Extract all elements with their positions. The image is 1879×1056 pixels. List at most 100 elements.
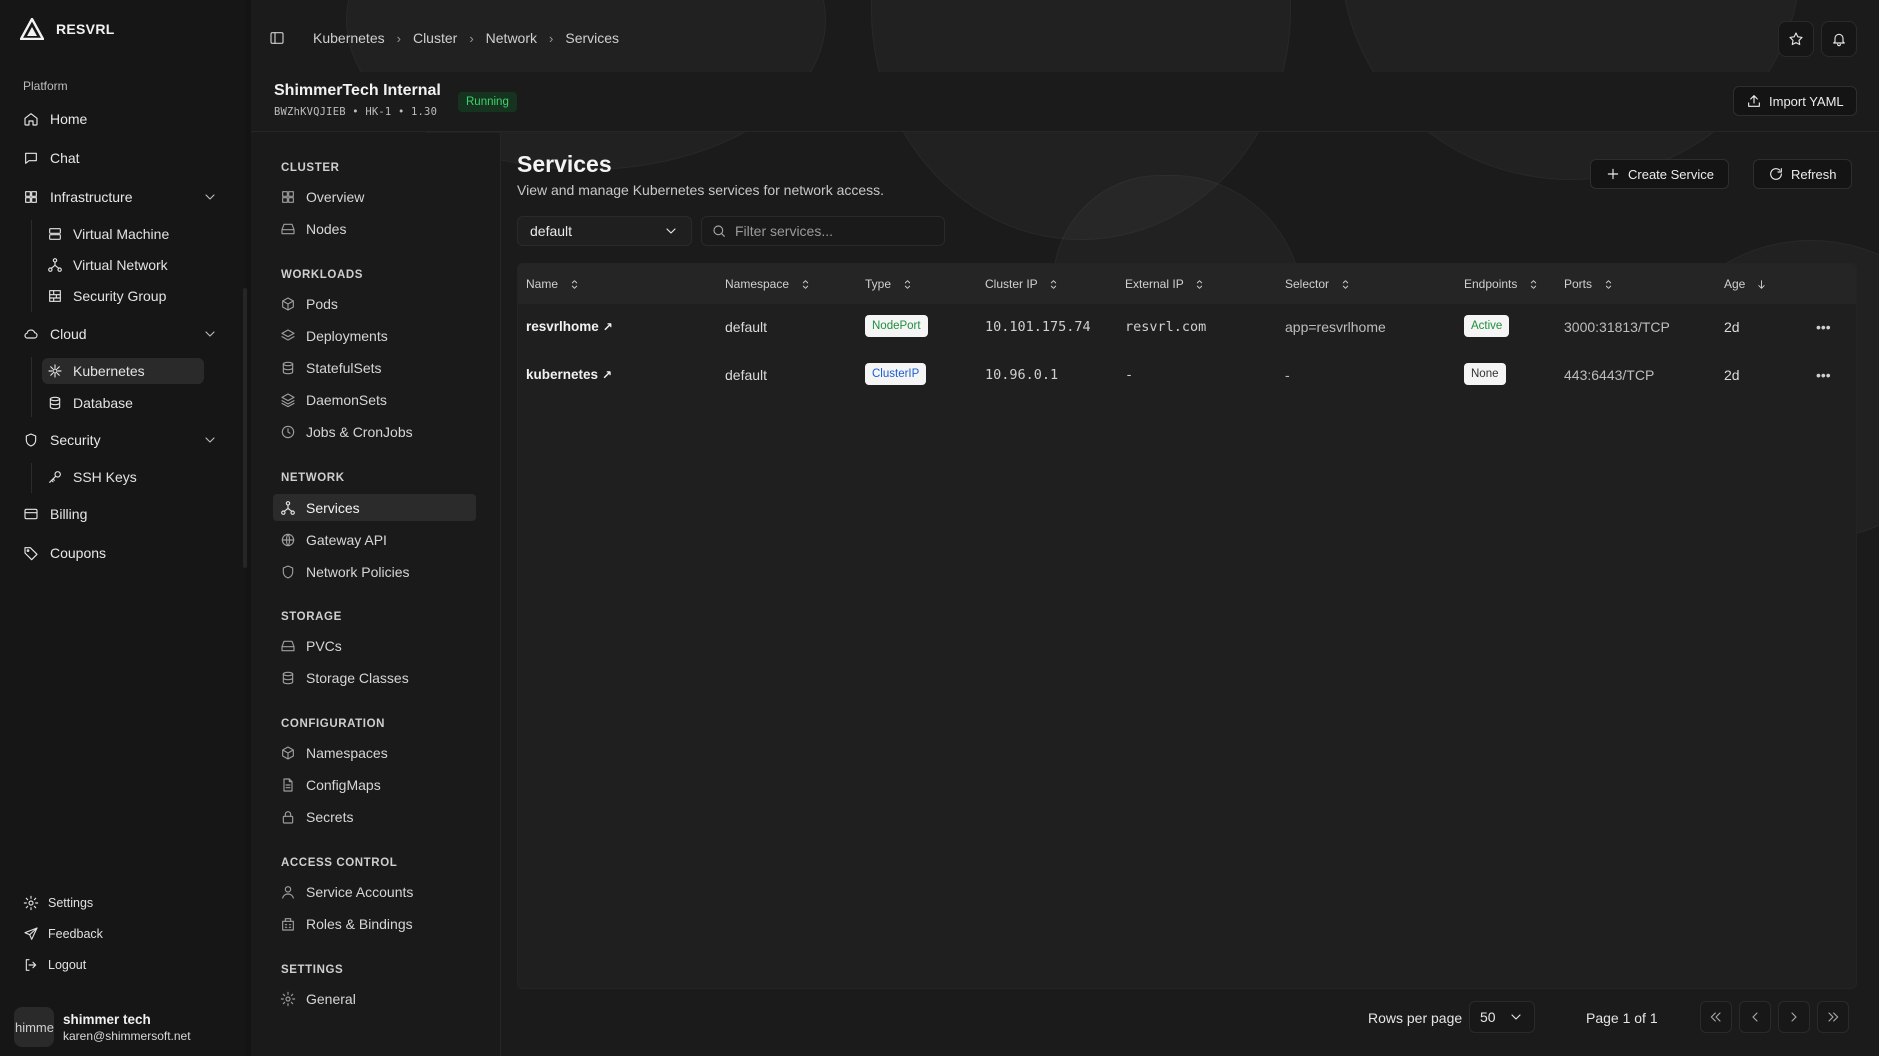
gear-icon <box>23 895 39 911</box>
row-actions-more-icon[interactable]: ••• <box>1816 367 1831 383</box>
sidebar-item-ssh-keys[interactable]: SSH Keys <box>42 464 204 490</box>
column-header-selector[interactable]: Selector <box>1285 276 1353 292</box>
settings-link[interactable]: Settings <box>23 892 93 914</box>
next-page-button[interactable] <box>1778 1001 1810 1033</box>
favorite-button[interactable] <box>1778 21 1814 57</box>
nav-item-statefulsets[interactable]: StatefulSets <box>273 354 476 381</box>
nav-item-jobs-cronjobs[interactable]: Jobs & CronJobs <box>273 418 476 445</box>
chevrons-left-icon <box>1708 1009 1724 1025</box>
sidebar-toggle-icon[interactable] <box>269 30 285 46</box>
last-page-button[interactable] <box>1817 1001 1849 1033</box>
service-name-link[interactable]: kubernetes ↗ <box>526 367 612 382</box>
service-selector: - <box>1285 367 1290 383</box>
nav-item-overview[interactable]: Overview <box>273 183 476 210</box>
nav-item-namespaces[interactable]: Namespaces <box>273 739 476 766</box>
sidebar-item-security-group[interactable]: Security Group <box>42 283 204 309</box>
sidebar-item-chat[interactable]: Chat <box>20 143 224 173</box>
cluster-navigation: CLUSTER Overview Nodes WORKLOADS Pods De… <box>251 133 501 1056</box>
filter-services-input[interactable] <box>735 223 935 239</box>
column-label: External IP <box>1125 277 1184 291</box>
nav-item-services[interactable]: Services <box>273 494 476 521</box>
nav-item-deployments[interactable]: Deployments <box>273 322 476 349</box>
shield-icon <box>280 564 296 580</box>
nav-item-label: Deployments <box>306 327 388 344</box>
sidebar-item-home[interactable]: Home <box>20 104 224 134</box>
sidebar-item-virtual-network[interactable]: Virtual Network <box>42 252 204 278</box>
nav-group-storage: STORAGE <box>281 611 342 623</box>
sort-icon <box>1192 276 1208 292</box>
logout-label: Logout <box>48 958 87 972</box>
import-yaml-button[interactable]: Import YAML <box>1733 86 1857 116</box>
sidebar-item-database[interactable]: Database <box>42 390 204 416</box>
filter-box <box>701 216 945 246</box>
sort-descending-icon <box>1753 276 1769 292</box>
column-header-namespace[interactable]: Namespace <box>725 276 813 292</box>
nav-item-general[interactable]: General <box>273 985 476 1012</box>
avatar: himme <box>14 1007 54 1047</box>
endpoints-badge: None <box>1464 363 1506 385</box>
cluster-id: BWZhKVQJIEB <box>274 106 346 118</box>
sidebar-item-coupons[interactable]: Coupons <box>20 538 224 568</box>
column-header-type[interactable]: Type <box>865 276 915 292</box>
column-header-ports[interactable]: Ports <box>1564 276 1616 292</box>
nav-item-nodes[interactable]: Nodes <box>273 215 476 242</box>
sidebar-item-virtual-machine[interactable]: Virtual Machine <box>42 221 204 247</box>
page-subtitle: View and manage Kubernetes services for … <box>517 182 885 198</box>
chevron-right-icon <box>1786 1009 1802 1025</box>
nav-item-roles-bindings[interactable]: Roles & Bindings <box>273 910 476 937</box>
nav-item-pvcs[interactable]: PVCs <box>273 632 476 659</box>
rows-per-page-select[interactable]: 50 <box>1469 1001 1535 1033</box>
column-header-name[interactable]: Name <box>526 276 582 292</box>
previous-page-button[interactable] <box>1739 1001 1771 1033</box>
nav-item-configmaps[interactable]: ConfigMaps <box>273 771 476 798</box>
notifications-button[interactable] <box>1821 21 1857 57</box>
sidebar-item-billing[interactable]: Billing <box>20 499 224 529</box>
sidebar-item-cloud[interactable]: Cloud <box>20 319 224 349</box>
table-row[interactable]: resvrlhome ↗ default NodePort 10.101.175.… <box>518 304 1856 352</box>
namespace-select[interactable]: default <box>517 216 692 246</box>
column-header-cluster-ip[interactable]: Cluster IP <box>985 276 1062 292</box>
column-header-age[interactable]: Age <box>1724 276 1769 292</box>
breadcrumb-kubernetes[interactable]: Kubernetes <box>313 30 385 46</box>
sidebar-item-label: Database <box>73 395 133 411</box>
create-service-button[interactable]: Create Service <box>1590 159 1729 189</box>
nav-item-secrets[interactable]: Secrets <box>273 803 476 830</box>
first-page-button[interactable] <box>1700 1001 1732 1033</box>
nav-item-daemonsets[interactable]: DaemonSets <box>273 386 476 413</box>
firewall-icon <box>47 288 63 304</box>
refresh-button[interactable]: Refresh <box>1753 159 1852 189</box>
grid-icon <box>23 189 39 205</box>
sidebar-scrollbar[interactable] <box>243 288 247 568</box>
nav-item-network-policies[interactable]: Network Policies <box>273 558 476 585</box>
layers-icon <box>280 392 296 408</box>
sidebar-item-security[interactable]: Security <box>20 425 224 455</box>
feedback-link[interactable]: Feedback <box>23 923 103 945</box>
sidebar-item-label: Security Group <box>73 288 167 304</box>
breadcrumb-cluster[interactable]: Cluster <box>413 30 457 46</box>
gear-icon <box>280 991 296 1007</box>
breadcrumb-network[interactable]: Network <box>486 30 537 46</box>
brand[interactable]: RESVRL <box>20 18 115 40</box>
column-header-external-ip[interactable]: External IP <box>1125 276 1208 292</box>
database-icon <box>47 395 63 411</box>
database-icon <box>280 670 296 686</box>
box-icon <box>280 745 296 761</box>
sidebar-item-label: Home <box>50 111 88 127</box>
service-name-link[interactable]: resvrlhome ↗ <box>526 319 613 334</box>
user-profile[interactable]: himme shimmer tech karen@shimmersoft.net <box>14 1007 191 1047</box>
feedback-label: Feedback <box>48 927 103 941</box>
logout-link[interactable]: Logout <box>23 954 86 976</box>
table-row[interactable]: kubernetes ↗ default ClusterIP 10.96.0.1 … <box>518 352 1856 400</box>
sidebar-item-infrastructure[interactable]: Infrastructure <box>20 182 224 212</box>
user-name: shimmer tech <box>63 1011 151 1027</box>
refresh-icon <box>1768 166 1784 182</box>
row-actions-more-icon[interactable]: ••• <box>1816 319 1831 335</box>
nav-item-pods[interactable]: Pods <box>273 290 476 317</box>
nav-item-service-accounts[interactable]: Service Accounts <box>273 878 476 905</box>
nav-item-gateway-api[interactable]: Gateway API <box>273 526 476 553</box>
nav-item-storage-classes[interactable]: Storage Classes <box>273 664 476 691</box>
service-name: kubernetes <box>526 367 599 382</box>
column-header-endpoints[interactable]: Endpoints <box>1464 276 1541 292</box>
nav-item-label: Jobs & CronJobs <box>306 423 413 440</box>
sidebar-item-kubernetes[interactable]: Kubernetes <box>42 358 204 384</box>
